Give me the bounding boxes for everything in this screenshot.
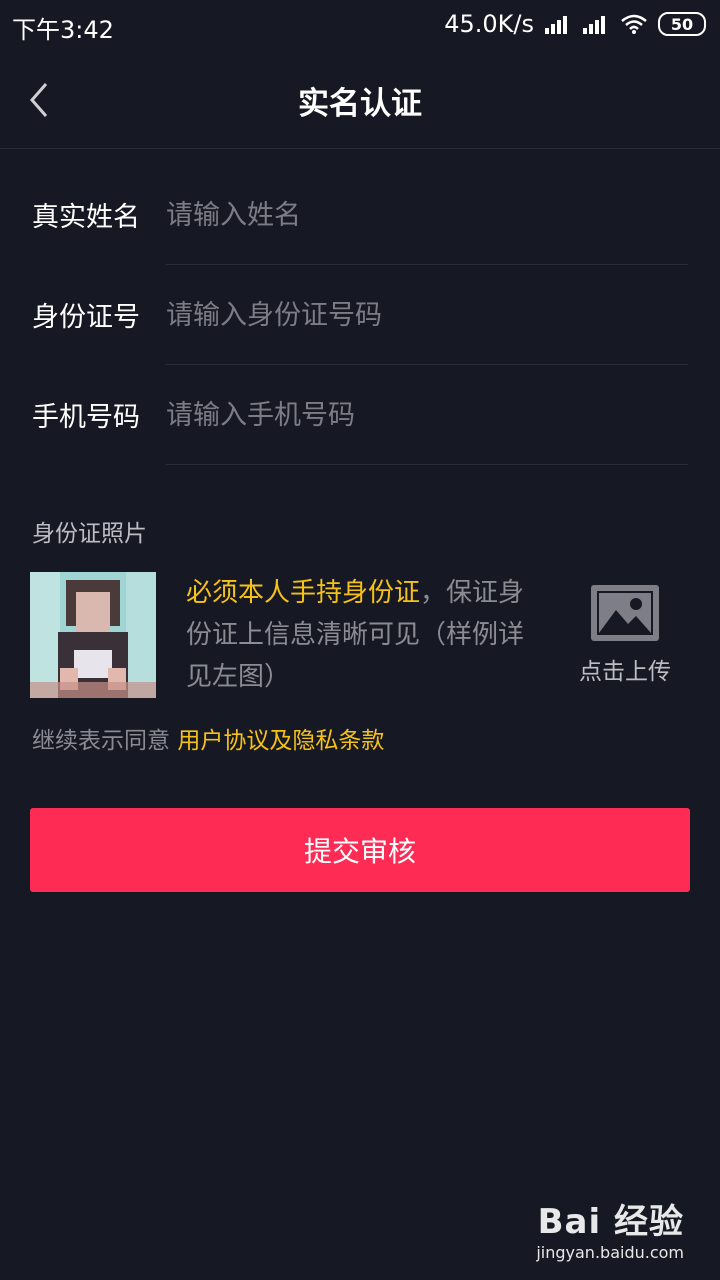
terms-link[interactable]: 用户协议及隐私条款: [177, 728, 384, 754]
phone-label: 手机号码: [32, 402, 140, 433]
name-label: 真实姓名: [32, 202, 140, 233]
status-bar: 下午3:42 45.0K/s 50: [0, 0, 720, 52]
watermark-logo: Bai 经验: [537, 1202, 684, 1242]
id-number-input[interactable]: 请输入身份证号码: [166, 293, 686, 332]
sample-photo: [30, 572, 156, 698]
network-speed: 45.0K/s: [444, 10, 534, 38]
watermark: Bai 经验 jingyan.baidu.com: [536, 1194, 684, 1262]
submit-button[interactable]: 提交审核: [30, 808, 690, 892]
nav-bar: 实名认证: [0, 52, 720, 149]
agreement: 继续表示同意 用户协议及隐私条款: [32, 721, 384, 755]
photo-requirement-highlight: 必须本人手持身份证: [186, 578, 421, 608]
signal-icon-2: [583, 16, 605, 34]
image-icon: [591, 585, 659, 641]
phone-row: 手机号码 请输入手机号码: [0, 365, 720, 465]
photo-section-title: 身份证照片: [32, 521, 147, 547]
signal-icon: [545, 16, 567, 34]
agreement-prefix: 继续表示同意: [32, 728, 178, 754]
upload-label: 点击上传: [579, 659, 671, 685]
photo-instructions: 必须本人手持身份证，保证身份证上信息清晰可见（样例详见左图）: [186, 572, 536, 698]
watermark-url: jingyan.baidu.com: [536, 1243, 684, 1262]
divider: [166, 464, 688, 465]
phone-input[interactable]: 请输入手机号码: [166, 393, 686, 432]
id-label: 身份证号: [32, 302, 140, 333]
battery-icon: 50: [658, 12, 706, 36]
name-row: 真实姓名 请输入姓名: [0, 165, 720, 265]
upload-button[interactable]: 点击上传: [570, 584, 680, 686]
name-input[interactable]: 请输入姓名: [166, 193, 686, 232]
status-right: 45.0K/s 50: [444, 10, 706, 38]
id-row: 身份证号 请输入身份证号码: [0, 265, 720, 365]
wifi-icon: [621, 14, 647, 34]
page-title: 实名认证: [298, 86, 422, 122]
status-time: 下午3:42: [12, 16, 114, 44]
